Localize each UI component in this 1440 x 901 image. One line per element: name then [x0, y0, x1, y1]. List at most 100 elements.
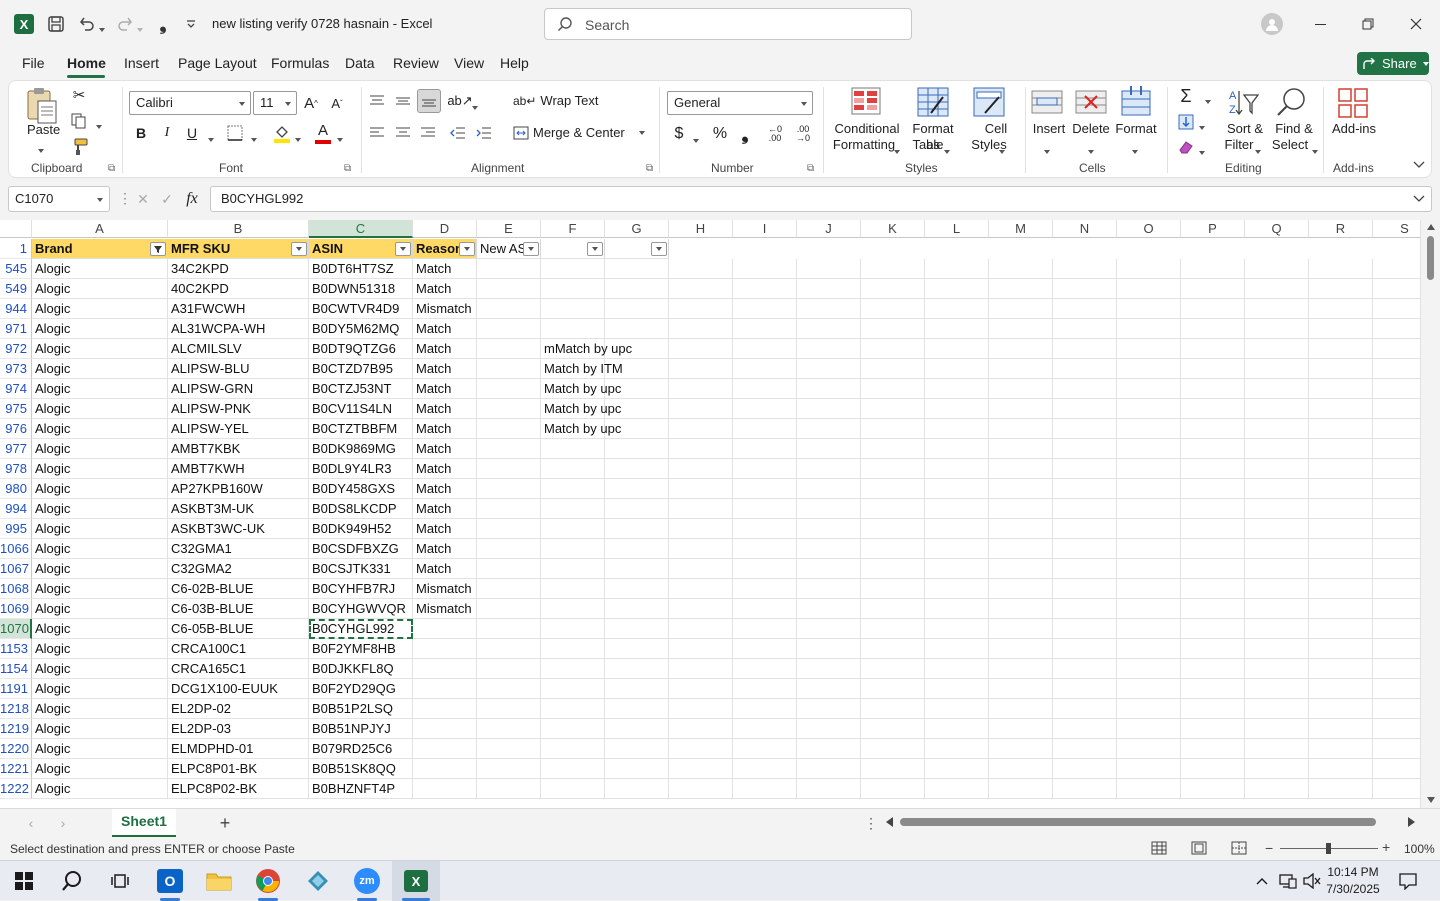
cell-mfr-sku[interactable]: CRCA100C1	[168, 639, 309, 659]
row-header[interactable]: 1068	[0, 579, 32, 599]
cell-empty[interactable]	[669, 739, 733, 759]
cell-reason[interactable]: Match	[413, 499, 477, 519]
underline-dropdown-icon[interactable]	[208, 131, 214, 149]
cell-asin[interactable]: B0CTZJ53NT	[309, 379, 413, 399]
row-header[interactable]: 1069	[0, 599, 32, 619]
cell-empty[interactable]	[605, 299, 669, 319]
conditional-formatting-icon[interactable]	[851, 87, 881, 117]
cell-empty[interactable]	[925, 759, 989, 779]
row-header[interactable]: 1154	[0, 659, 32, 679]
cell-empty[interactable]	[669, 359, 733, 379]
cell-asin[interactable]: B0CTZTBBFM	[309, 419, 413, 439]
cell-empty[interactable]	[1245, 279, 1309, 299]
cell-asin[interactable]: B0CYHFB7RJ	[309, 579, 413, 599]
cell-empty[interactable]	[669, 479, 733, 499]
cell-empty[interactable]	[1053, 459, 1117, 479]
row-header[interactable]: 995	[0, 519, 32, 539]
cell-asin[interactable]: B0CTZD7B95	[309, 359, 413, 379]
cell-empty[interactable]	[989, 399, 1053, 419]
cell-asin[interactable]: B0DS8LKCDP	[309, 499, 413, 519]
cell-empty[interactable]	[605, 399, 669, 419]
cell-empty[interactable]	[605, 279, 669, 299]
clipboard-launcher-icon[interactable]: ⧉	[108, 163, 115, 174]
tab-split-grip-icon[interactable]: ⋮	[864, 815, 878, 832]
cell-mfr-sku[interactable]: AP27KPB160W	[168, 479, 309, 499]
cell-empty[interactable]	[1309, 259, 1373, 279]
tab-review[interactable]: Review	[393, 55, 439, 71]
cell-empty[interactable]	[669, 559, 733, 579]
cell-empty[interactable]	[989, 379, 1053, 399]
cell-empty[interactable]	[925, 539, 989, 559]
cell-empty[interactable]	[861, 439, 925, 459]
cell-new-asin[interactable]	[477, 699, 541, 719]
enter-icon[interactable]: ✓	[158, 190, 176, 208]
cell-empty[interactable]	[925, 579, 989, 599]
cell-note[interactable]	[541, 479, 605, 499]
find-select-label-2[interactable]: Select	[1269, 137, 1311, 153]
cell-empty[interactable]	[1245, 699, 1309, 719]
cell-empty[interactable]	[1309, 759, 1373, 779]
tab-file[interactable]: File	[22, 55, 45, 71]
cell-reason[interactable]	[413, 619, 477, 639]
cell-new-asin[interactable]	[477, 439, 541, 459]
cell-empty[interactable]	[1181, 339, 1245, 359]
cell-empty[interactable]	[861, 279, 925, 299]
cell-empty[interactable]	[1309, 659, 1373, 679]
percent-icon[interactable]: %	[709, 123, 731, 145]
cell-empty[interactable]	[989, 519, 1053, 539]
row-header[interactable]: 980	[0, 479, 32, 499]
insert-cells-icon[interactable]	[1031, 87, 1063, 117]
tab-data[interactable]: Data	[345, 55, 375, 71]
cell-empty[interactable]	[669, 259, 733, 279]
cell-empty[interactable]	[797, 579, 861, 599]
cell-empty[interactable]	[1053, 719, 1117, 739]
cell-empty[interactable]	[733, 479, 797, 499]
cell-empty[interactable]	[1053, 519, 1117, 539]
cell-new-asin[interactable]	[477, 399, 541, 419]
cell-empty[interactable]	[1309, 379, 1373, 399]
cell-empty[interactable]	[669, 299, 733, 319]
cell-empty[interactable]	[1309, 459, 1373, 479]
row-header[interactable]: 1153	[0, 639, 32, 659]
cell-new-asin[interactable]	[477, 619, 541, 639]
cell-new-asin[interactable]	[477, 359, 541, 379]
cell-empty[interactable]	[1309, 559, 1373, 579]
cell-empty[interactable]	[1181, 659, 1245, 679]
cell-empty[interactable]	[861, 559, 925, 579]
filter-dropdown-icon[interactable]	[459, 242, 475, 256]
cell-empty[interactable]	[1181, 539, 1245, 559]
cell-empty[interactable]	[989, 359, 1053, 379]
cell-reason[interactable]: Match	[413, 319, 477, 339]
cell-empty[interactable]	[1117, 679, 1181, 699]
decrease-decimal-icon[interactable]: .00 →0	[791, 123, 815, 145]
cell-empty[interactable]	[1309, 619, 1373, 639]
cell-note[interactable]	[541, 739, 605, 759]
cell-new-asin[interactable]	[477, 639, 541, 659]
cell-empty[interactable]	[1053, 779, 1117, 799]
cell-note[interactable]: Match by upc	[541, 399, 621, 419]
cell-empty[interactable]	[669, 459, 733, 479]
cell-empty[interactable]	[1117, 539, 1181, 559]
cell-note[interactable]: Match by upc	[541, 419, 621, 439]
cell-asin[interactable]: B0F2YD29QG	[309, 679, 413, 699]
clear-icon[interactable]	[1175, 136, 1197, 158]
cell-brand[interactable]: Alogic	[32, 639, 168, 659]
cell-empty[interactable]	[1309, 399, 1373, 419]
cell-empty[interactable]	[1245, 739, 1309, 759]
cell-new-asin[interactable]	[477, 279, 541, 299]
cell-note[interactable]	[541, 299, 605, 319]
cell-empty[interactable]	[733, 279, 797, 299]
cell-new-asin[interactable]	[477, 719, 541, 739]
cell-empty[interactable]	[1245, 379, 1309, 399]
cell-mfr-sku[interactable]: ELPC8P02-BK	[168, 779, 309, 799]
row-header[interactable]: 974	[0, 379, 32, 399]
cell-empty[interactable]	[669, 419, 733, 439]
cell-empty[interactable]	[925, 639, 989, 659]
row-header[interactable]: 1220	[0, 739, 32, 759]
network-icon[interactable]	[1278, 872, 1298, 890]
cell-empty[interactable]	[733, 379, 797, 399]
cell-brand[interactable]: Alogic	[32, 539, 168, 559]
cell-empty[interactable]	[1309, 479, 1373, 499]
cell-empty[interactable]	[1309, 719, 1373, 739]
cell-brand[interactable]: Alogic	[32, 319, 168, 339]
